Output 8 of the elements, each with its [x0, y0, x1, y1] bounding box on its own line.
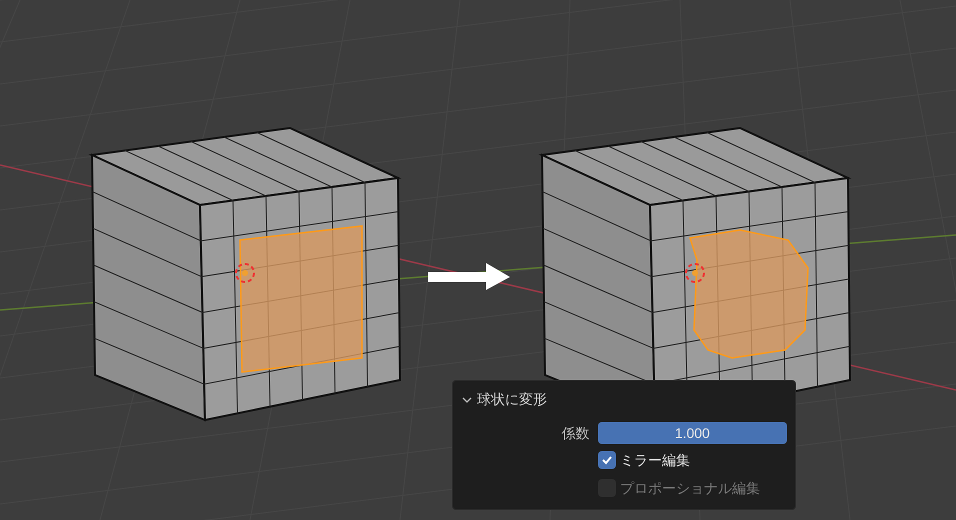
arrow-icon [428, 263, 510, 290]
panel-title: 球状に変形 [477, 390, 547, 409]
factor-label: 係数 [560, 424, 590, 442]
checkbox[interactable] [598, 451, 616, 469]
factor-slider[interactable]: 1.000 [598, 422, 787, 444]
checkmark-icon [601, 454, 613, 466]
checkbox-label: プロポーショナル編集 [620, 478, 760, 498]
checkbox-label: ミラー編集 [620, 450, 690, 470]
